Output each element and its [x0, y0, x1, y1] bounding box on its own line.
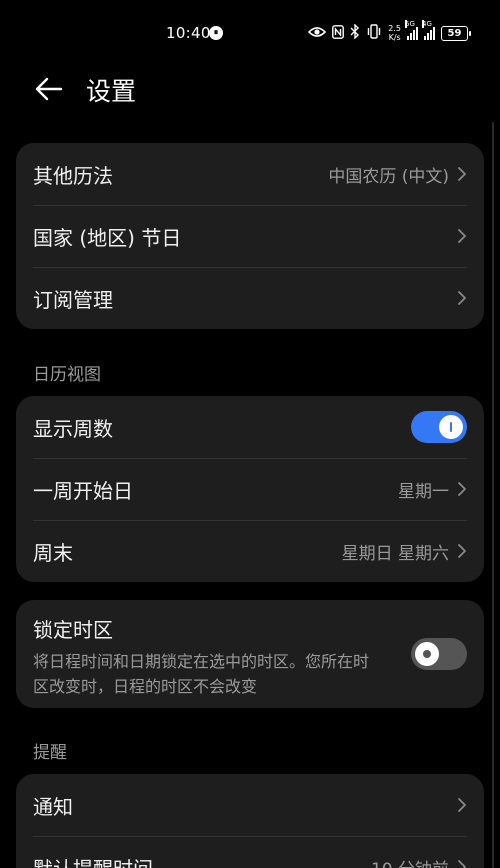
timezone-lock-description: 将日程时间和日期锁定在选中的时区。您所在时区改变时，日程的时区不会改变 — [33, 652, 370, 696]
timezone-lock-label: 锁定时区 — [33, 618, 113, 642]
holidays-right — [457, 205, 467, 267]
eye-icon — [308, 26, 327, 41]
other-calendar-label: 其他历法 — [33, 163, 113, 188]
show-week-numbers-right — [411, 396, 467, 458]
signal-sim1-icon: 5G — [405, 20, 418, 40]
scrollbar[interactable] — [492, 122, 494, 868]
show-week-numbers-label: 显示周数 — [33, 416, 113, 441]
default-reminder-value: 10 分钟前 — [371, 855, 449, 868]
other-calendar-value: 中国农历 (中文) — [328, 166, 449, 187]
week-start-label: 一周开始日 — [33, 478, 133, 503]
chevron-right-icon — [458, 229, 466, 243]
timezone-lock-toggle[interactable] — [411, 638, 467, 670]
vibrate-icon — [366, 24, 382, 42]
week-start-value: 星期一 — [398, 481, 449, 502]
weekend-label: 周末 — [33, 540, 73, 565]
sim2-label: 4G — [422, 20, 432, 28]
other-calendar-row[interactable]: 其他历法 中国农历 (中文) — [16, 143, 484, 205]
calendar-view-card: 显示周数 一周开始日 星期一 周末 星期日 星期六 — [16, 396, 484, 582]
nfc-icon — [332, 24, 345, 42]
net-speed: 2.5 K/s — [388, 24, 401, 42]
week-start-right: 星期一 — [398, 458, 467, 520]
signal-sim2-icon: 4G — [422, 20, 435, 40]
back-arrow-icon[interactable] — [34, 74, 64, 104]
net-speed-unit: K/s — [388, 33, 401, 42]
calendar-view-section-title: 日历视图 — [33, 365, 101, 385]
toggle-knob — [439, 415, 463, 439]
sim1-label: 5G — [405, 20, 415, 28]
default-reminder-label: 默认提醒时间 — [33, 853, 153, 868]
weekend-right: 星期日 星期六 — [342, 520, 467, 582]
toggle-knob — [415, 642, 439, 666]
show-week-numbers-row: 显示周数 — [16, 396, 484, 458]
default-reminder-row[interactable]: 默认提醒时间 10 分钟前 — [16, 836, 484, 868]
chevron-right-icon — [458, 860, 466, 868]
timezone-lock-card: 锁定时区 将日程时间和日期锁定在选中的时区。您所在时区改变时，日程的时区不会改变 — [16, 600, 484, 708]
chevron-right-icon — [458, 291, 466, 305]
status-bar: 10:40 ⏸ 2.5 K/s 5G 4G 59 — [0, 0, 500, 66]
chevron-right-icon — [458, 167, 466, 181]
page-title: 设置 — [86, 77, 137, 106]
notifications-right — [457, 774, 467, 836]
timezone-lock-row: 锁定时区 将日程时间和日期锁定在选中的时区。您所在时区改变时，日程的时区不会改变 — [16, 600, 484, 708]
reminders-card: 通知 默认提醒时间 10 分钟前 — [16, 774, 484, 868]
battery-icon: 59 — [441, 25, 471, 41]
other-calendar-right: 中国农历 (中文) — [328, 143, 467, 205]
reminders-section-title: 提醒 — [33, 743, 67, 763]
holidays-label: 国家 (地区) 节日 — [33, 225, 182, 250]
chevron-right-icon — [458, 482, 466, 496]
battery-level: 59 — [447, 27, 462, 39]
net-speed-value: 2.5 — [388, 24, 401, 33]
show-week-numbers-toggle[interactable] — [411, 411, 467, 443]
weekend-value: 星期日 星期六 — [341, 543, 449, 564]
subscriptions-row[interactable]: 订阅管理 — [16, 267, 484, 329]
chevron-right-icon — [458, 798, 466, 812]
general-settings-card: 其他历法 中国农历 (中文) 国家 (地区) 节日 订阅管理 — [16, 143, 484, 329]
default-reminder-right: 10 分钟前 — [371, 836, 467, 868]
holidays-row[interactable]: 国家 (地区) 节日 — [16, 205, 484, 267]
notifications-row[interactable]: 通知 — [16, 774, 484, 836]
notification-badge-icon: ⏸ — [209, 26, 223, 40]
notifications-label: 通知 — [33, 794, 73, 819]
weekend-row[interactable]: 周末 星期日 星期六 — [16, 520, 484, 582]
status-time: 10:40 — [166, 24, 211, 42]
app-header: 设置 — [0, 66, 500, 110]
week-start-row[interactable]: 一周开始日 星期一 — [16, 458, 484, 520]
bluetooth-icon — [350, 23, 360, 42]
status-icons: 2.5 K/s 5G 4G 59 — [308, 20, 471, 44]
subscriptions-right — [457, 267, 467, 329]
chevron-right-icon — [458, 544, 466, 558]
subscriptions-label: 订阅管理 — [33, 287, 113, 312]
